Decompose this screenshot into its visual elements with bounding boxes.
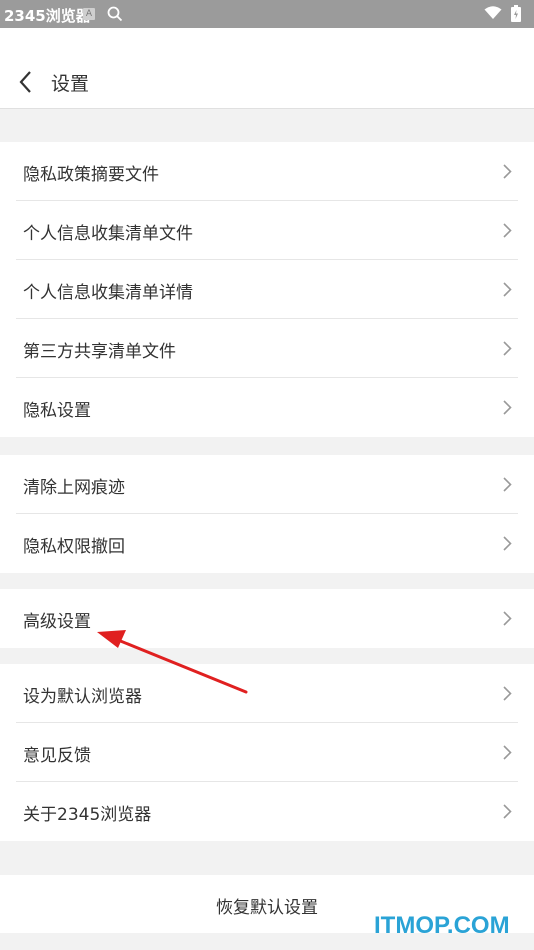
wifi-icon [484, 6, 502, 19]
about-group: 设为默认浏览器 意见反馈 关于2345浏览器 [0, 664, 534, 841]
status-bar: 2345浏览器 A [0, 0, 534, 28]
settings-item-label: 隐私政策摘要文件 [23, 165, 159, 185]
chevron-right-icon [503, 164, 512, 179]
data-group: 清除上网痕迹 隐私权限撤回 [0, 455, 534, 573]
settings-item-feedback[interactable]: 意见反馈 [0, 723, 534, 782]
settings-item-label: 清除上网痕迹 [23, 478, 125, 498]
status-app-name: 2345浏览器 [4, 7, 91, 25]
settings-item-label: 隐私权限撤回 [23, 537, 125, 557]
settings-item-label: 关于2345浏览器 [23, 805, 152, 825]
settings-item-label: 第三方共享清单文件 [23, 342, 176, 362]
notification-a-icon: A [83, 8, 95, 20]
settings-item-about[interactable]: 关于2345浏览器 [0, 782, 534, 841]
settings-item-privacy-settings[interactable]: 隐私设置 [0, 378, 534, 437]
settings-item-default-browser[interactable]: 设为默认浏览器 [0, 664, 534, 723]
chevron-right-icon [503, 341, 512, 356]
privacy-group: 隐私政策摘要文件 个人信息收集清单文件 个人信息收集清单详情 第三方共享清单文件… [0, 142, 534, 437]
settings-item-personal-info-list[interactable]: 个人信息收集清单文件 [0, 201, 534, 260]
advanced-group: 高级设置 [0, 589, 534, 648]
settings-item-third-party-sharing[interactable]: 第三方共享清单文件 [0, 319, 534, 378]
chevron-right-icon [503, 400, 512, 415]
settings-item-advanced-settings[interactable]: 高级设置 [0, 589, 534, 648]
settings-item-privacy-summary[interactable]: 隐私政策摘要文件 [0, 142, 534, 201]
settings-item-label: 设为默认浏览器 [23, 687, 142, 707]
search-icon [107, 6, 123, 22]
chevron-right-icon [503, 745, 512, 760]
settings-item-label: 意见反馈 [23, 746, 91, 766]
settings-item-label: 隐私设置 [23, 401, 91, 421]
chevron-right-icon [503, 611, 512, 626]
chevron-right-icon [503, 477, 512, 492]
settings-item-label: 高级设置 [23, 612, 91, 632]
watermark-logo: ITMOP.COM [374, 912, 510, 939]
settings-item-clear-history[interactable]: 清除上网痕迹 [0, 455, 534, 514]
settings-header: 设置 [0, 28, 534, 108]
settings-item-label: 个人信息收集清单文件 [23, 224, 193, 244]
chevron-right-icon [503, 223, 512, 238]
chevron-right-icon [503, 686, 512, 701]
settings-item-revoke-permissions[interactable]: 隐私权限撤回 [0, 514, 534, 573]
chevron-right-icon [503, 282, 512, 297]
settings-item-label: 个人信息收集清单详情 [23, 283, 193, 303]
settings-item-personal-info-details[interactable]: 个人信息收集清单详情 [0, 260, 534, 319]
battery-icon [511, 5, 521, 22]
page-title: 设置 [51, 73, 90, 95]
chevron-right-icon [503, 536, 512, 551]
back-arrow-icon[interactable] [18, 70, 34, 94]
chevron-right-icon [503, 804, 512, 819]
header-divider [0, 108, 534, 109]
